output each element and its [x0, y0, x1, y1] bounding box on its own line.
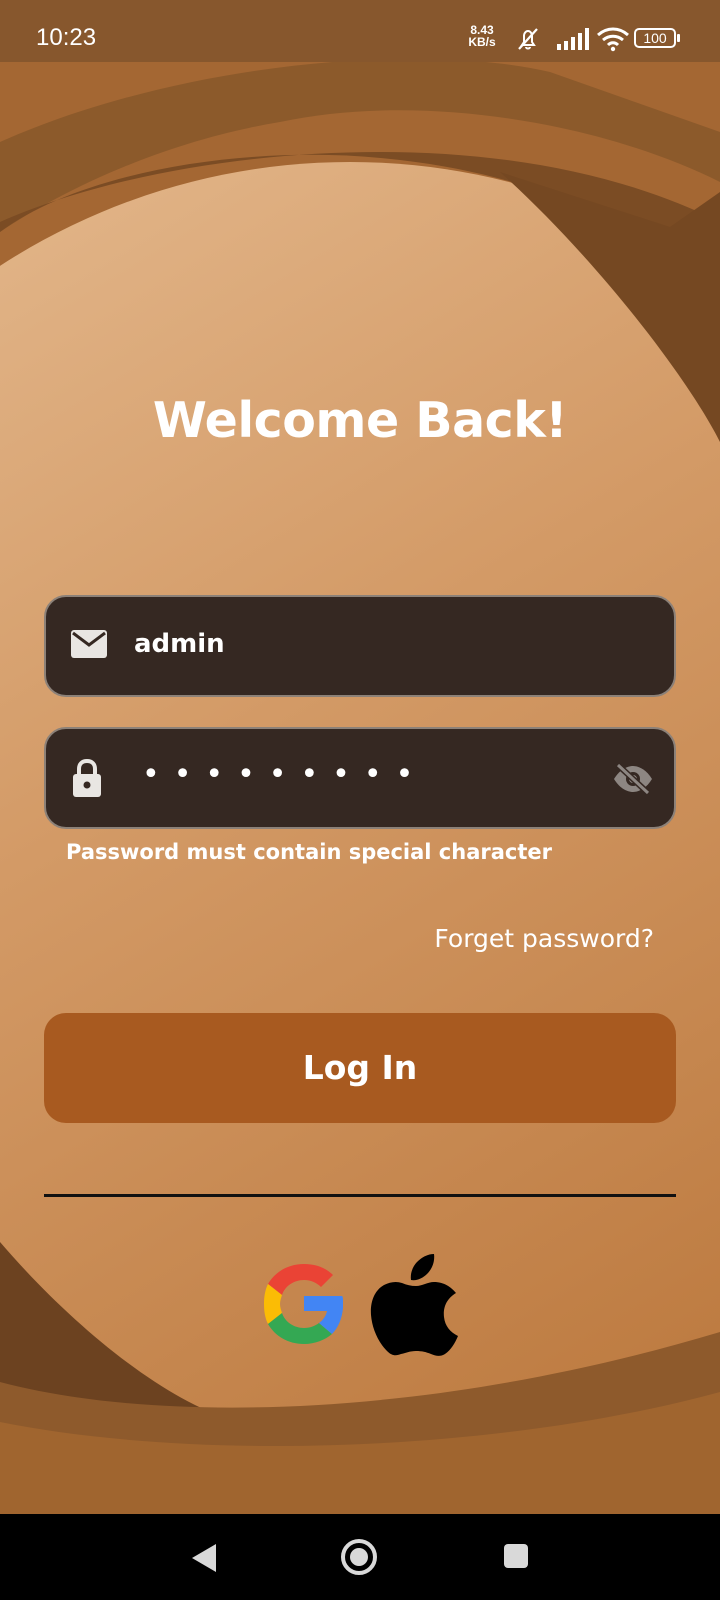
home-circle-icon[interactable]	[340, 1538, 378, 1576]
back-triangle-icon[interactable]	[190, 1542, 218, 1574]
recents-square-icon[interactable]	[502, 1542, 530, 1570]
status-bar: 10:23 8.43 KB/s 100	[0, 0, 720, 62]
network-speed: 8.43 KB/s	[462, 24, 502, 48]
status-time: 10:23	[36, 24, 97, 51]
email-value: admin	[134, 629, 225, 659]
muted-bell-icon	[518, 28, 538, 50]
network-speed-unit: KB/s	[468, 35, 496, 49]
forgot-password-link[interactable]: Forget password?	[434, 924, 654, 953]
password-field[interactable]: •••••••••	[44, 727, 676, 829]
signal-icon	[557, 28, 589, 50]
email-field[interactable]: admin	[44, 595, 676, 697]
page-title: Welcome Back!	[152, 392, 568, 449]
google-icon[interactable]	[258, 1258, 350, 1350]
system-nav-bar	[0, 1514, 720, 1600]
battery-icon: 100	[634, 28, 680, 50]
wifi-icon	[597, 27, 629, 52]
password-value: •••••••••	[142, 757, 428, 792]
lock-icon	[73, 758, 101, 797]
divider	[44, 1194, 676, 1197]
apple-icon[interactable]	[370, 1250, 462, 1356]
mail-icon	[71, 630, 107, 658]
eye-off-icon[interactable]	[612, 763, 654, 795]
login-button[interactable]: Log In	[44, 1013, 676, 1123]
battery-level: 100	[643, 30, 667, 46]
password-error-message: Password must contain special character	[66, 840, 552, 864]
